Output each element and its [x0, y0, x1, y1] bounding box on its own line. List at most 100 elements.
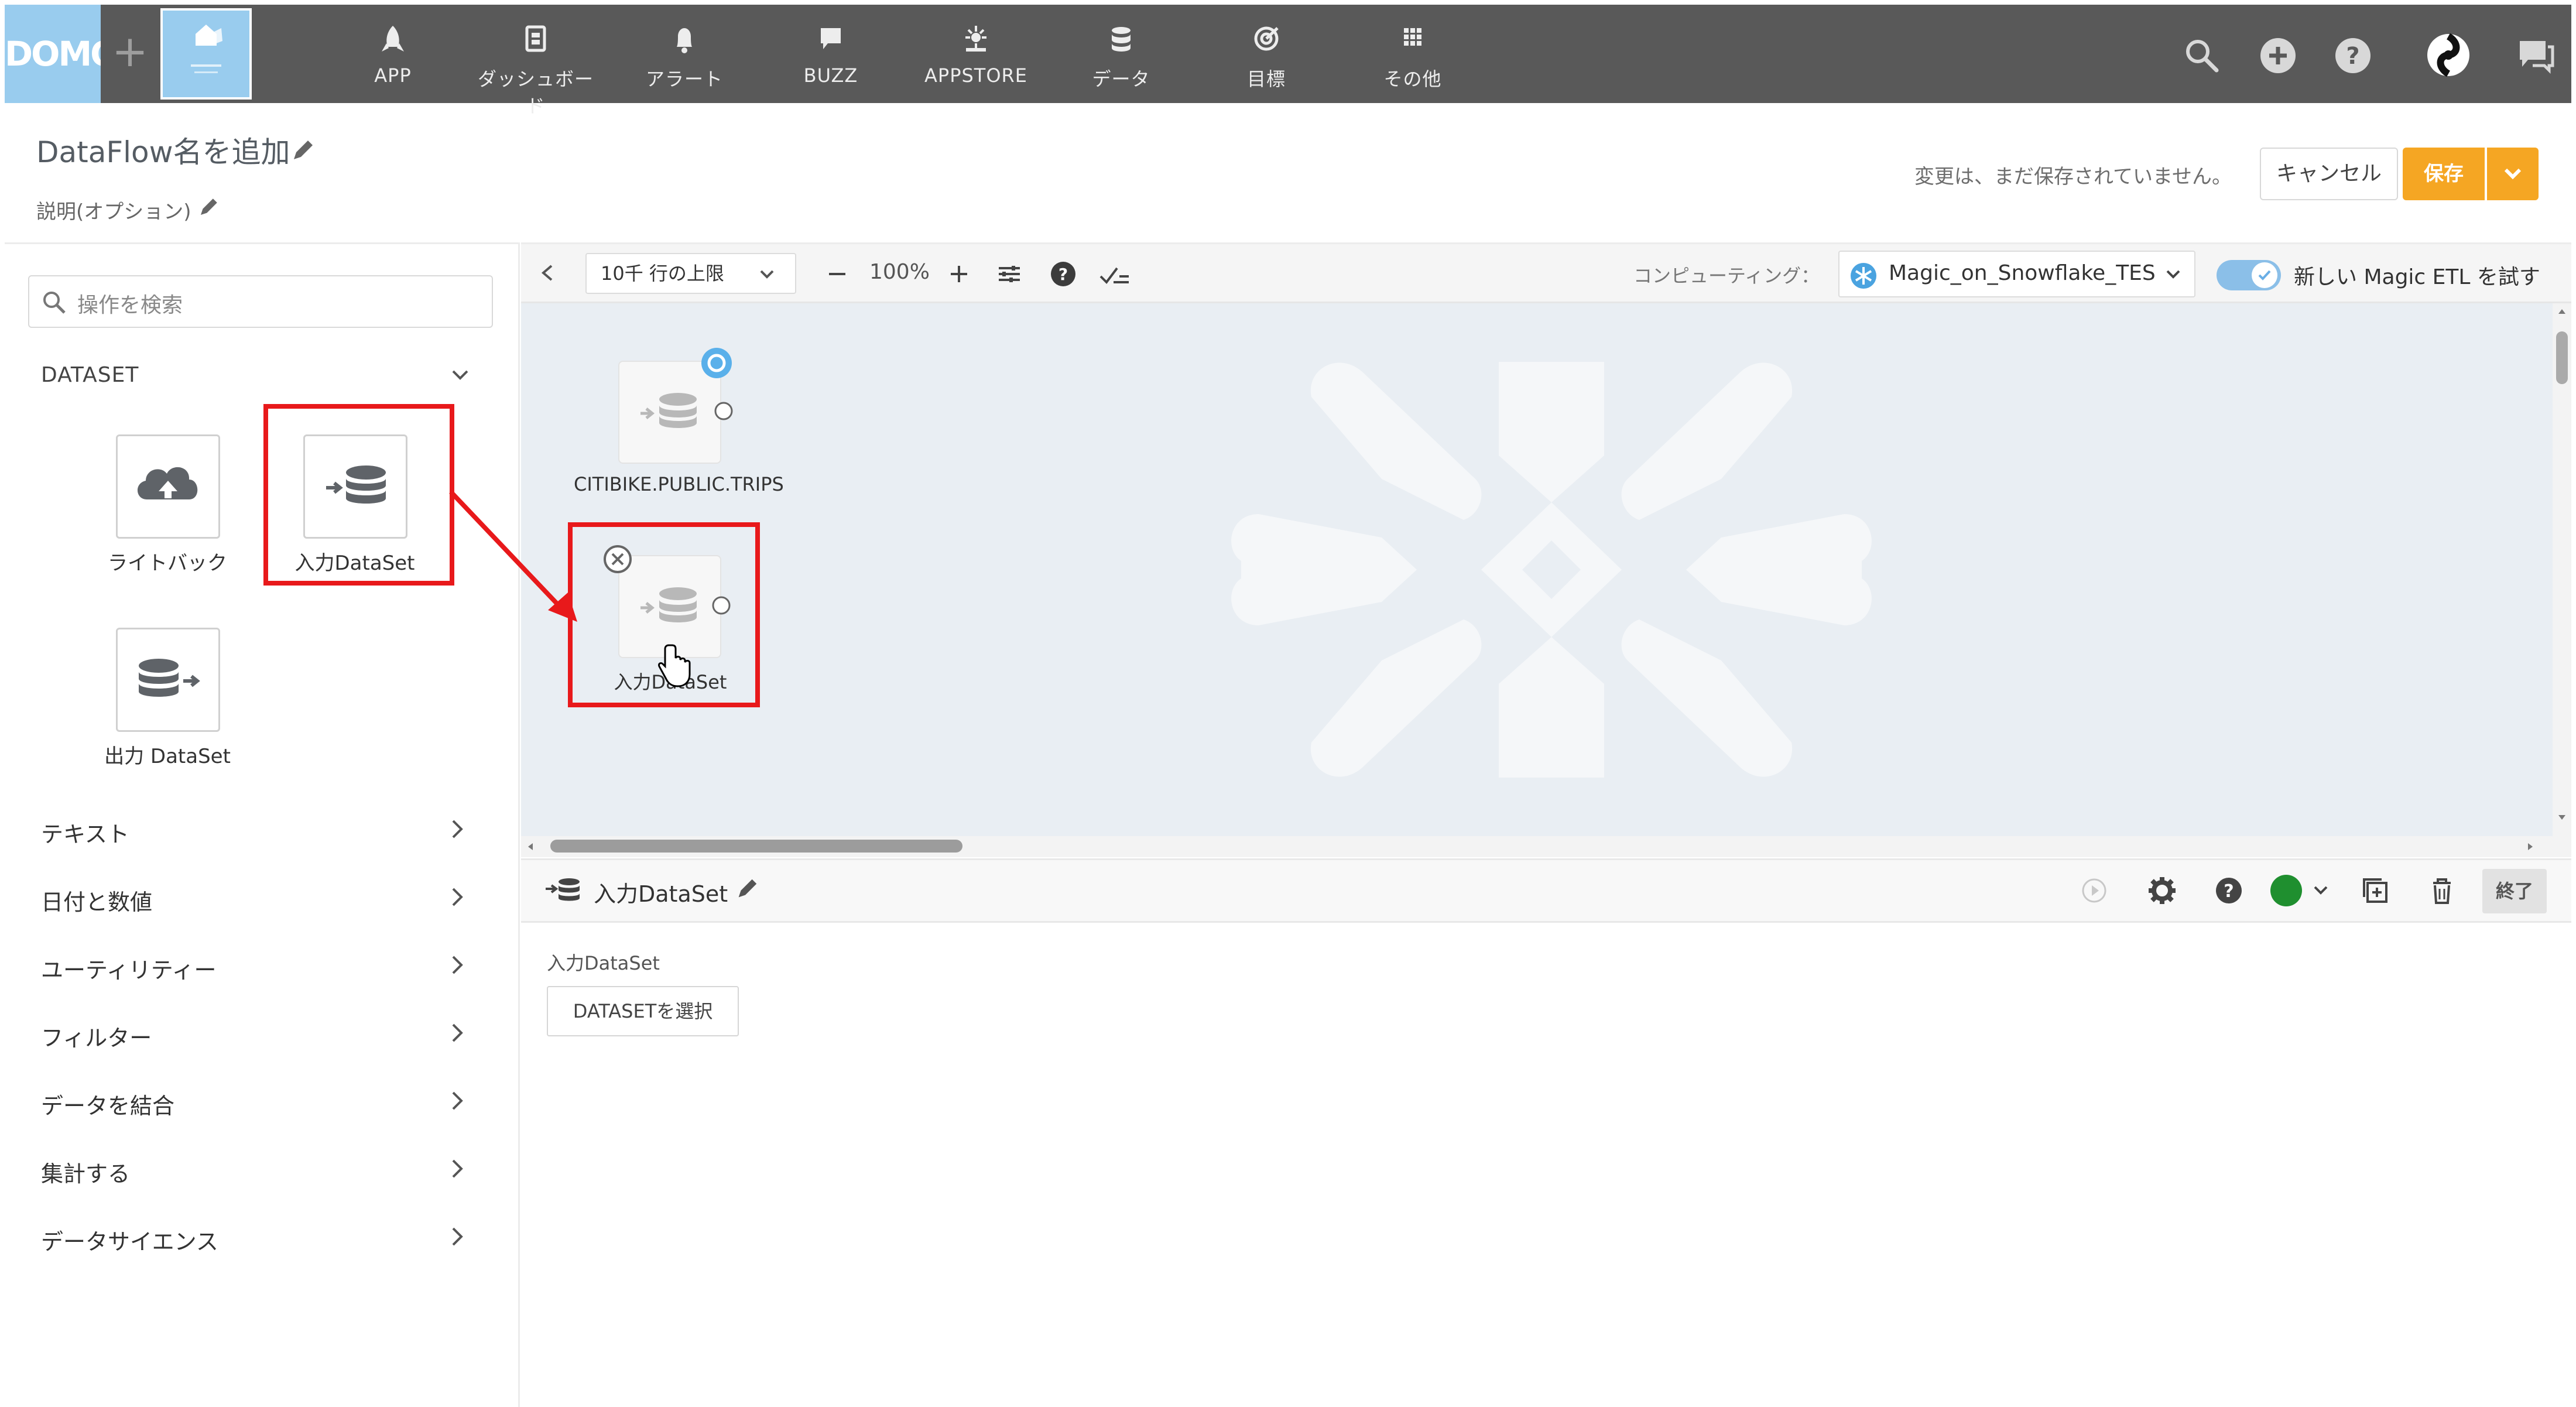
- chevron-down-icon: [760, 270, 774, 279]
- dataflow-description[interactable]: 説明(オプション): [36, 196, 191, 224]
- select-dataset-button[interactable]: DATASETを選択: [547, 986, 739, 1036]
- nav-alert-label: アラート: [645, 68, 723, 90]
- zoom-in-icon[interactable]: [946, 261, 972, 287]
- chat-icon: [821, 28, 841, 49]
- output-dataset-tile[interactable]: [116, 628, 220, 732]
- detail-subtitle: 入力DataSet: [547, 952, 660, 974]
- nav-dashboard-label: ダッシュボード: [477, 68, 594, 117]
- vertical-scroll-thumb[interactable]: [2556, 331, 2568, 384]
- scroll-right-icon[interactable]: [2523, 838, 2537, 855]
- category-date-number[interactable]: 日付と数値: [41, 884, 152, 916]
- target-icon: [1254, 26, 1279, 51]
- edit-name-icon[interactable]: [734, 876, 760, 902]
- scroll-down-icon[interactable]: [2554, 810, 2570, 824]
- chevron-down-icon[interactable]: [448, 363, 472, 386]
- citibike-node-label: CITIBIKE.PUBLIC.TRIPS: [574, 473, 784, 495]
- drag-arrow: [449, 490, 577, 622]
- message-icon[interactable]: [2515, 35, 2556, 76]
- search-placeholder: 操作を検索: [77, 293, 183, 317]
- nav-app[interactable]: APP: [326, 5, 460, 103]
- detail-header: [521, 858, 2571, 923]
- compute-label: コンピューティング：: [1633, 265, 1820, 287]
- chevron-down-icon[interactable]: [2309, 878, 2332, 902]
- avatar[interactable]: [2424, 30, 2473, 80]
- zoom-out-icon[interactable]: [824, 261, 850, 287]
- chevron-right-icon: [452, 1227, 463, 1246]
- category-text[interactable]: テキスト: [41, 816, 129, 848]
- save-options-button[interactable]: [2487, 148, 2539, 200]
- nav-appstore-label: APPSTORE: [924, 64, 1027, 87]
- dashboard-icon: [525, 25, 546, 52]
- search-icon[interactable]: [2181, 35, 2222, 76]
- nav-goals[interactable]: 目標: [1199, 5, 1334, 103]
- preview-play-icon[interactable]: [2080, 876, 2109, 905]
- input-dataset-icon: [546, 878, 580, 901]
- output-dataset-icon: [139, 659, 200, 697]
- category-filter[interactable]: フィルター: [41, 1020, 152, 1052]
- edit-title-icon[interactable]: [289, 137, 316, 164]
- top-navigation-bar: DOMO + APP ダッシュボード アラート BUZZ APPSTORE デー…: [5, 5, 2571, 117]
- dataflow-title[interactable]: DataFlow名を追加: [36, 129, 290, 171]
- gear-icon[interactable]: [2146, 875, 2178, 906]
- nav-more-label: その他: [1383, 68, 1442, 90]
- dataset-section-header[interactable]: DATASET: [41, 363, 139, 387]
- dataflow-canvas[interactable]: [521, 303, 2553, 836]
- nav-alert[interactable]: アラート: [617, 5, 752, 103]
- settings-sliders-icon[interactable]: [995, 261, 1023, 287]
- chevron-right-icon: [452, 956, 463, 974]
- zoom-level: 100%: [869, 260, 930, 284]
- writeback-tile[interactable]: [116, 434, 220, 539]
- collapse-panel-icon[interactable]: [536, 261, 560, 285]
- done-button[interactable]: 終了: [2482, 869, 2547, 913]
- validate-icon[interactable]: [1098, 261, 1131, 287]
- help-icon[interactable]: ?: [1049, 260, 1077, 288]
- domo-logo[interactable]: DOMO: [5, 5, 101, 103]
- cancel-button[interactable]: キャンセル: [2260, 148, 2398, 200]
- highlight-box: [568, 522, 760, 707]
- detail-title[interactable]: 入力DataSet: [594, 876, 728, 908]
- output-port[interactable]: [712, 399, 735, 423]
- nav-more[interactable]: その他: [1345, 5, 1480, 103]
- category-join[interactable]: データを結合: [41, 1088, 174, 1120]
- chevron-right-icon: [452, 1023, 463, 1042]
- category-utility[interactable]: ユーティリティー: [41, 952, 216, 984]
- cloud-upload-icon: [137, 467, 198, 499]
- compute-value: Magic_on_Snowflake_TES: [1889, 261, 2156, 285]
- nav-app-label: APP: [374, 64, 412, 87]
- edit-description-icon[interactable]: [197, 196, 220, 219]
- nav-data-label: データ: [1092, 68, 1150, 90]
- grid-icon: [1404, 28, 1421, 46]
- chevron-right-icon: [452, 888, 463, 906]
- trash-icon[interactable]: [2426, 875, 2458, 906]
- sync-icon: [701, 348, 732, 378]
- help-icon[interactable]: ?: [2332, 35, 2373, 76]
- horizontal-scroll-thumb[interactable]: [550, 840, 962, 853]
- nav-buzz-label: BUZZ: [803, 64, 858, 87]
- nav-data[interactable]: データ: [1054, 5, 1188, 103]
- scroll-left-icon[interactable]: [523, 838, 537, 855]
- nav-dashboard[interactable]: ダッシュボード: [468, 5, 603, 117]
- check-icon: [2258, 270, 2271, 280]
- database-icon: [1112, 27, 1131, 52]
- save-button[interactable]: 保存: [2403, 148, 2485, 200]
- nav-appstore[interactable]: APPSTORE: [909, 5, 1043, 103]
- scroll-up-icon[interactable]: [2554, 304, 2570, 319]
- output-dataset-label: 出力 DataSet: [104, 745, 231, 768]
- status-green-dot[interactable]: [2268, 872, 2304, 909]
- snowflake-watermark: [1231, 362, 1872, 778]
- svg-text:?: ?: [1059, 265, 1068, 284]
- portal-logo[interactable]: [160, 8, 252, 100]
- svg-text:?: ?: [2224, 881, 2234, 902]
- writeback-label: ライトバック: [108, 552, 227, 575]
- highlight-box: [263, 404, 454, 586]
- duplicate-icon[interactable]: [2359, 875, 2391, 906]
- search-icon: [43, 292, 66, 314]
- nav-goals-label: 目標: [1246, 68, 1286, 90]
- add-circle-icon[interactable]: [2258, 35, 2298, 76]
- nav-buzz[interactable]: BUZZ: [763, 5, 898, 103]
- try-new-etl-label: 新しい Magic ETL を試す: [2294, 265, 2540, 289]
- help-icon[interactable]: ?: [2213, 875, 2245, 906]
- category-data-science[interactable]: データサイエンス: [41, 1224, 218, 1256]
- category-aggregate[interactable]: 集計する: [41, 1156, 130, 1188]
- add-icon[interactable]: +: [101, 5, 159, 103]
